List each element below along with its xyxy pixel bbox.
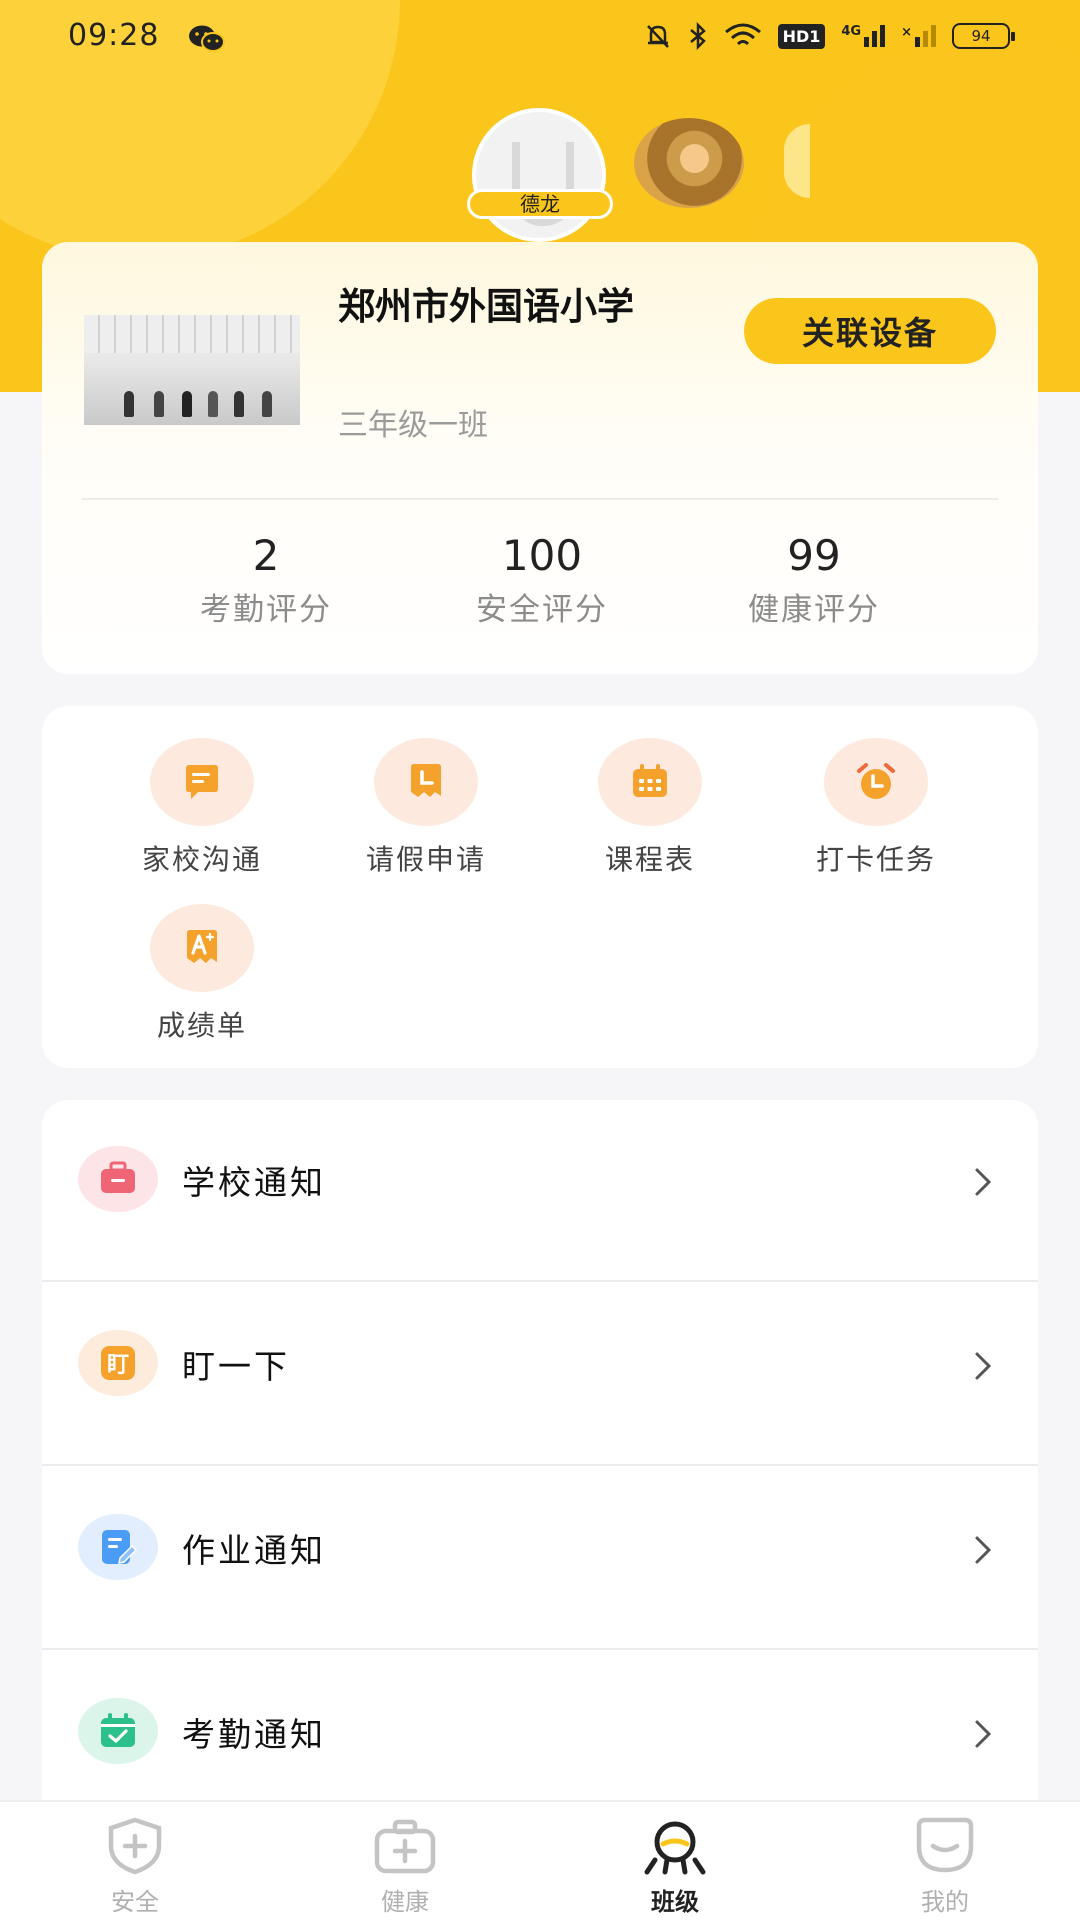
notice-row-school-notice[interactable]: 学校通知 xyxy=(42,1100,1038,1282)
mute-bell-icon xyxy=(646,25,669,48)
notice-label: 学校通知 xyxy=(182,1163,326,1202)
battery-indicator: 94 xyxy=(952,23,1015,49)
school-name: 郑州市外国语小学 xyxy=(338,284,634,328)
tab-label: 班级 xyxy=(651,1887,699,1916)
feature-home-school-chat[interactable]: 家校沟通 xyxy=(112,738,292,878)
bluetooth-icon xyxy=(689,22,706,50)
notice-row-stare[interactable]: 盯 盯一下 xyxy=(42,1284,1038,1466)
health-score[interactable]: 99 健康评分 xyxy=(704,526,924,634)
safety-score[interactable]: 100 安全评分 xyxy=(432,526,652,634)
chevron-right-icon xyxy=(975,1352,992,1380)
briefcase-icon xyxy=(101,1161,135,1193)
bottom-tab-bar: 安全 健康 班级 我的 xyxy=(0,1800,1080,1920)
tab-label: 健康 xyxy=(381,1888,429,1916)
child-name-tag: 德龙 xyxy=(467,189,613,219)
stat-label: 安全评分 xyxy=(476,592,608,628)
divider xyxy=(42,1464,1038,1466)
notice-label: 考勤通知 xyxy=(182,1715,326,1754)
feature-leave-request[interactable]: 请假申请 xyxy=(336,738,516,878)
stat-label: 健康评分 xyxy=(748,592,880,628)
link-device-button[interactable]: 关联设备 xyxy=(744,298,996,364)
feature-report-card[interactable]: 成绩单 xyxy=(112,904,292,1044)
stat-value: 2 xyxy=(252,531,280,580)
profile-face-icon xyxy=(916,1817,974,1873)
status-bar: 09:28 HD1 4G × 94 xyxy=(0,0,1080,80)
feature-label: 请假申请 xyxy=(365,843,486,876)
chat-bubble-icon xyxy=(186,765,218,799)
stat-label: 考勤评分 xyxy=(200,592,332,628)
stat-value: 100 xyxy=(501,531,583,580)
divider xyxy=(42,1648,1038,1650)
tab-health[interactable]: 健康 xyxy=(270,1802,540,1920)
svg-text:盯: 盯 xyxy=(107,1353,129,1378)
tab-label: 安全 xyxy=(111,1888,159,1916)
notice-row-homework[interactable]: 作业通知 xyxy=(42,1468,1038,1650)
divider xyxy=(82,498,998,500)
feature-label: 家校沟通 xyxy=(141,843,262,876)
wifi-icon xyxy=(724,23,761,46)
child-avatar-main[interactable] xyxy=(472,108,606,242)
clock-document-icon xyxy=(411,764,441,797)
divider xyxy=(42,1280,1038,1282)
class-name: 三年级一班 xyxy=(338,408,488,443)
feature-label: 成绩单 xyxy=(156,1009,247,1042)
notice-label: 作业通知 xyxy=(182,1531,326,1570)
hd-badge: HD1 xyxy=(777,23,826,49)
calendar-grid-icon xyxy=(633,764,667,797)
wechat-icon xyxy=(189,25,225,52)
chevron-right-icon xyxy=(975,1168,992,1196)
tab-label: 我的 xyxy=(921,1888,969,1916)
grade-a-plus-icon xyxy=(187,930,217,963)
feature-label: 打卡任务 xyxy=(815,843,936,876)
feature-class-schedule[interactable]: 课程表 xyxy=(560,738,740,878)
stat-value: 99 xyxy=(787,531,841,580)
edit-document-icon xyxy=(102,1530,138,1564)
signal-strength-icon: 4G xyxy=(841,24,886,47)
tab-class[interactable]: 班级 xyxy=(540,1802,810,1920)
calendar-check-icon xyxy=(101,1713,135,1747)
no-signal-icon: × xyxy=(901,25,936,47)
tab-mine[interactable]: 我的 xyxy=(810,1802,1080,1920)
stare-badge-icon: 盯 xyxy=(101,1346,135,1380)
shield-plus-icon xyxy=(108,1817,162,1875)
chevron-right-icon xyxy=(975,1720,992,1748)
feature-check-in-task[interactable]: 打卡任务 xyxy=(786,738,966,878)
child-avatar-partial[interactable] xyxy=(784,124,810,198)
feature-label: 课程表 xyxy=(604,843,695,876)
school-photo xyxy=(84,315,300,425)
battery-level: 94 xyxy=(971,27,991,45)
child-avatar-secondary[interactable] xyxy=(634,118,744,208)
tab-safety[interactable]: 安全 xyxy=(0,1802,270,1920)
class-people-icon xyxy=(644,1821,706,1875)
alarm-clock-icon xyxy=(857,763,895,799)
medical-kit-icon xyxy=(374,1819,436,1874)
attendance-score[interactable]: 2 考勤评分 xyxy=(156,526,376,634)
chevron-right-icon xyxy=(975,1536,992,1564)
status-time: 09:28 xyxy=(68,18,160,53)
network-type: 4G xyxy=(841,24,862,39)
notice-label: 盯一下 xyxy=(182,1347,290,1386)
